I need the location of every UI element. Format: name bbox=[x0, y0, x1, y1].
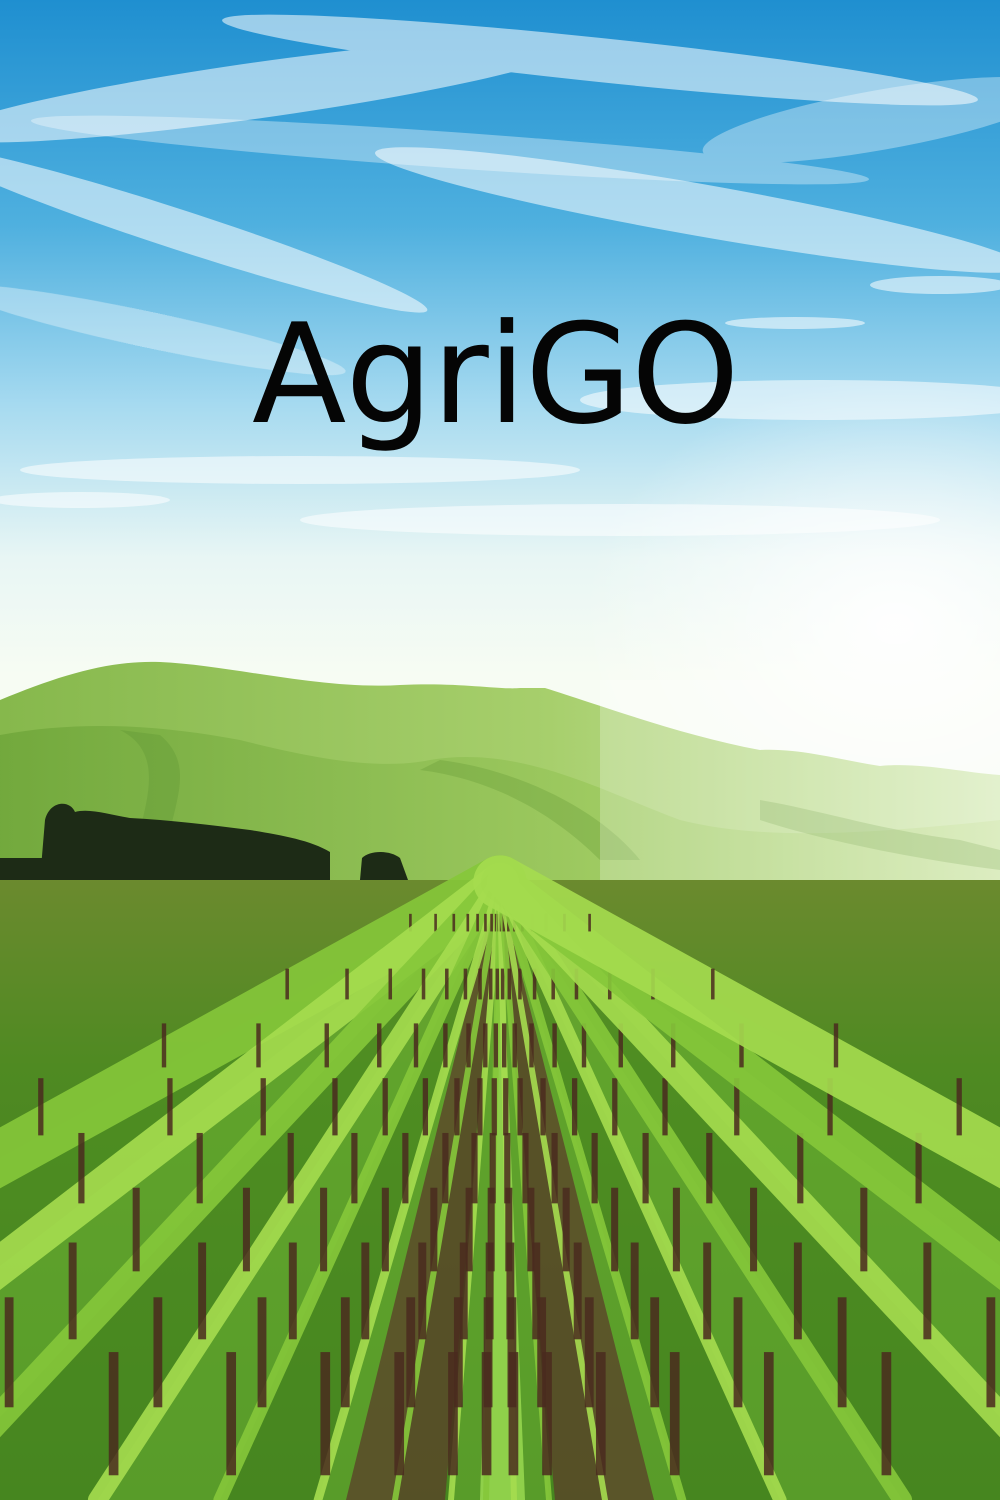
vineyard-landscape-icon bbox=[0, 0, 1000, 1500]
app-title-text: AgriGO bbox=[252, 294, 740, 455]
splash-screen: AgriGO bbox=[0, 0, 1000, 1500]
